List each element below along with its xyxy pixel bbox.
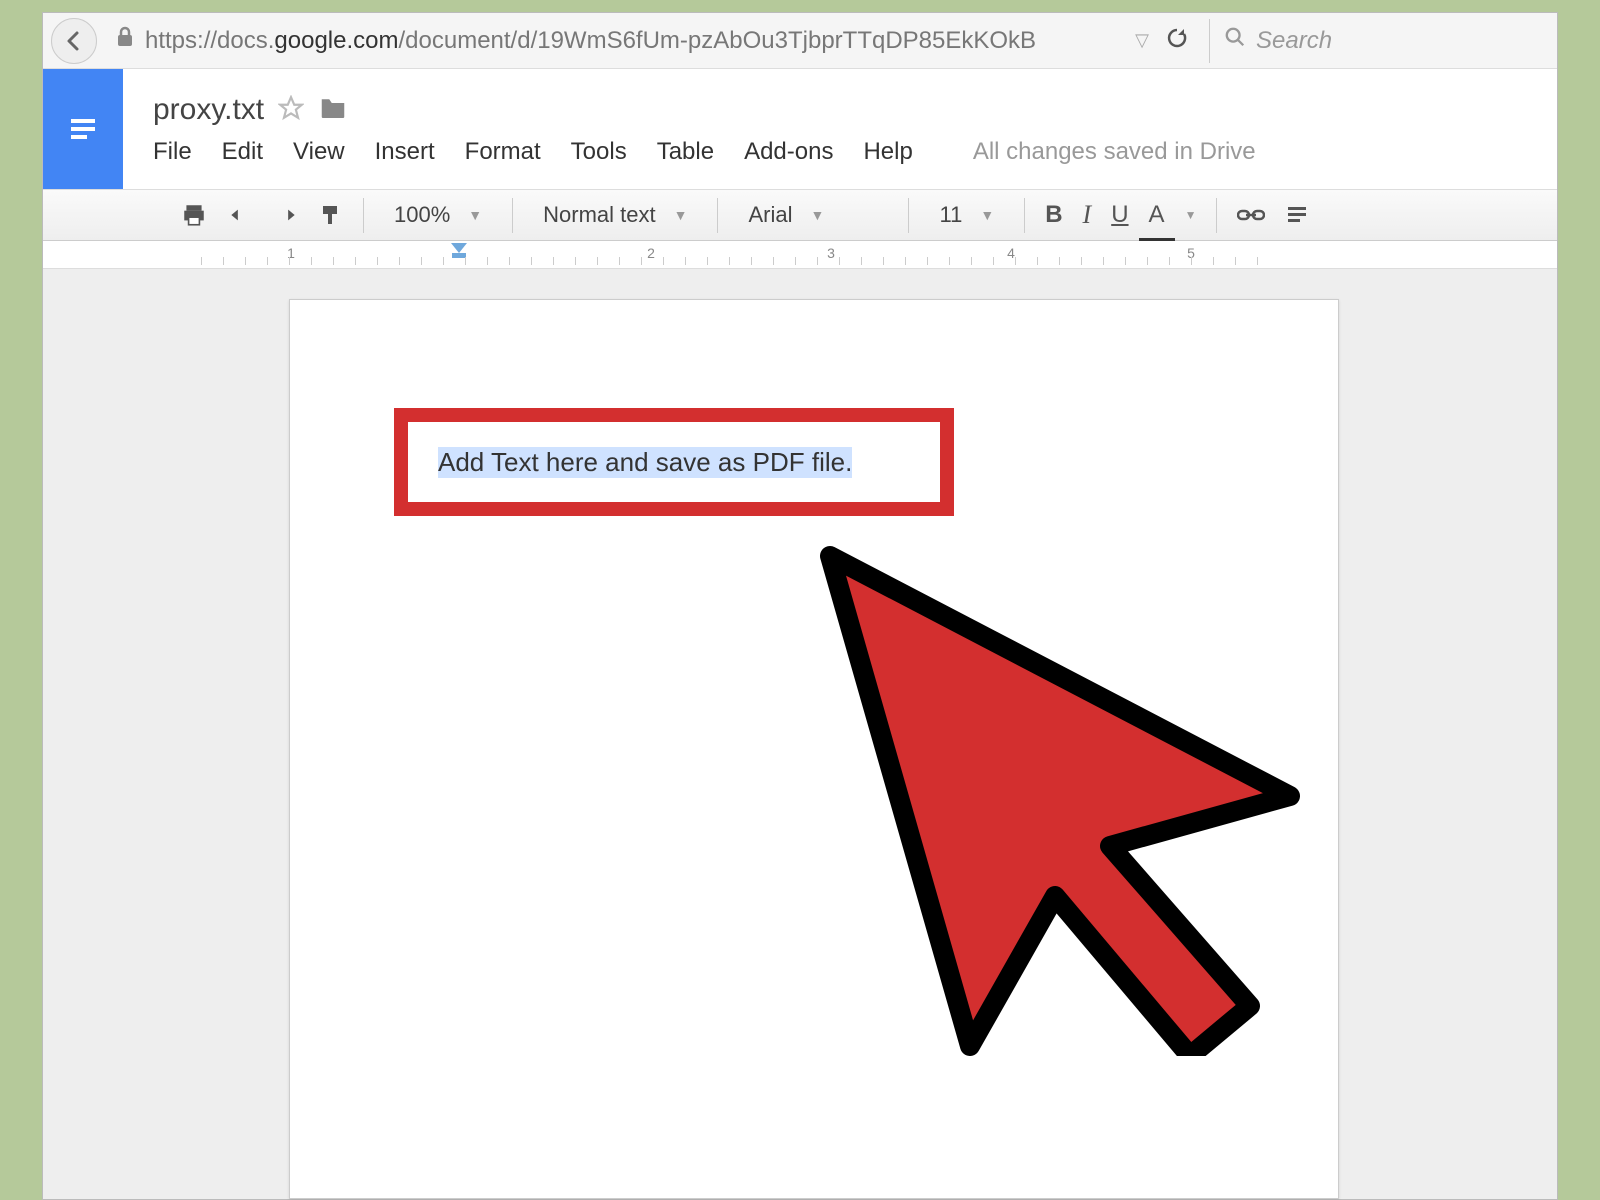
star-icon[interactable] (278, 95, 304, 126)
chevron-down-icon: ▼ (468, 207, 482, 223)
font-size-select[interactable]: 11 ▼ (919, 190, 1014, 240)
paint-format-button[interactable] (309, 190, 353, 240)
ruler-number: 4 (1007, 245, 1015, 261)
undo-button[interactable] (217, 190, 263, 240)
ruler-number: 3 (827, 245, 835, 261)
save-status: All changes saved in Drive (973, 138, 1256, 166)
search-placeholder: Search (1256, 27, 1332, 55)
chevron-down-icon: ▼ (980, 207, 994, 223)
url-text: https://docs.google.com/document/d/19WmS… (145, 27, 1036, 55)
editor-canvas: Add Text here and save as PDF file. I (43, 269, 1557, 1199)
insert-link-button[interactable] (1227, 190, 1275, 240)
style-value: Normal text (543, 202, 655, 228)
selected-text[interactable]: Add Text here and save as PDF file. (438, 447, 852, 478)
bold-button[interactable]: B (1035, 190, 1072, 240)
url-actions: ▽ (1135, 26, 1199, 55)
font-size-value: 11 (939, 202, 962, 228)
text-color-dropdown[interactable]: ▼ (1175, 190, 1207, 240)
ruler-number: 2 (647, 245, 655, 261)
document-title[interactable]: proxy.txt (153, 93, 264, 127)
redo-button[interactable] (263, 190, 309, 240)
docs-titlebar: proxy.txt File Edit View Insert Format T… (43, 69, 1557, 189)
print-button[interactable] (171, 190, 217, 240)
paragraph-style-select[interactable]: Normal text ▼ (523, 190, 707, 240)
url-bar[interactable]: https://docs.google.com/document/d/19WmS… (107, 21, 1125, 61)
menu-format[interactable]: Format (465, 138, 541, 166)
menu-table[interactable]: Table (657, 138, 714, 166)
menu-file[interactable]: File (153, 138, 192, 166)
lock-icon (115, 26, 135, 55)
annotation-highlight-box: Add Text here and save as PDF file. (394, 408, 954, 516)
italic-button[interactable]: I (1073, 190, 1102, 240)
reload-button[interactable] (1165, 26, 1189, 55)
menu-view[interactable]: View (293, 138, 345, 166)
page-area: Add Text here and save as PDF file. I (171, 269, 1557, 1199)
docs-home-button[interactable] (43, 69, 123, 189)
font-select[interactable]: Arial ▼ (728, 190, 898, 240)
indent-marker-icon[interactable] (449, 241, 469, 264)
zoom-value: 100% (394, 202, 450, 228)
left-gutter (43, 269, 171, 1199)
browser-address-bar: https://docs.google.com/document/d/19WmS… (43, 13, 1557, 69)
browser-back-button[interactable] (51, 18, 97, 64)
docs-app: proxy.txt File Edit View Insert Format T… (43, 69, 1557, 1199)
menu-tools[interactable]: Tools (571, 138, 627, 166)
cursor-pointer-annotation-icon (810, 536, 1330, 1061)
horizontal-ruler[interactable]: 1 2 3 4 5 (43, 241, 1557, 269)
text-caret-icon: I (926, 818, 937, 856)
menu-edit[interactable]: Edit (222, 138, 263, 166)
folder-icon[interactable] (318, 93, 348, 128)
chevron-down-icon: ▼ (1185, 208, 1197, 222)
search-icon (1224, 26, 1246, 55)
chevron-down-icon: ▼ (811, 207, 825, 223)
menu-insert[interactable]: Insert (375, 138, 435, 166)
browser-window: https://docs.google.com/document/d/19WmS… (42, 12, 1558, 1200)
document-page[interactable]: Add Text here and save as PDF file. I (289, 299, 1339, 1199)
align-button[interactable] (1275, 190, 1319, 240)
text-color-button[interactable]: A (1139, 190, 1175, 240)
formatting-toolbar: 100% ▼ Normal text ▼ Arial ▼ 11 ▼ B I (43, 189, 1557, 241)
underline-button[interactable]: U (1101, 190, 1138, 240)
menu-addons[interactable]: Add-ons (744, 138, 833, 166)
zoom-select[interactable]: 100% ▼ (374, 190, 502, 240)
browser-search-box[interactable]: Search (1209, 19, 1549, 63)
url-dropdown-icon[interactable]: ▽ (1135, 30, 1149, 51)
menu-bar: File Edit View Insert Format Tools Table… (153, 138, 1557, 166)
chevron-down-icon: ▼ (674, 207, 688, 223)
font-value: Arial (748, 202, 792, 228)
menu-help[interactable]: Help (863, 138, 912, 166)
